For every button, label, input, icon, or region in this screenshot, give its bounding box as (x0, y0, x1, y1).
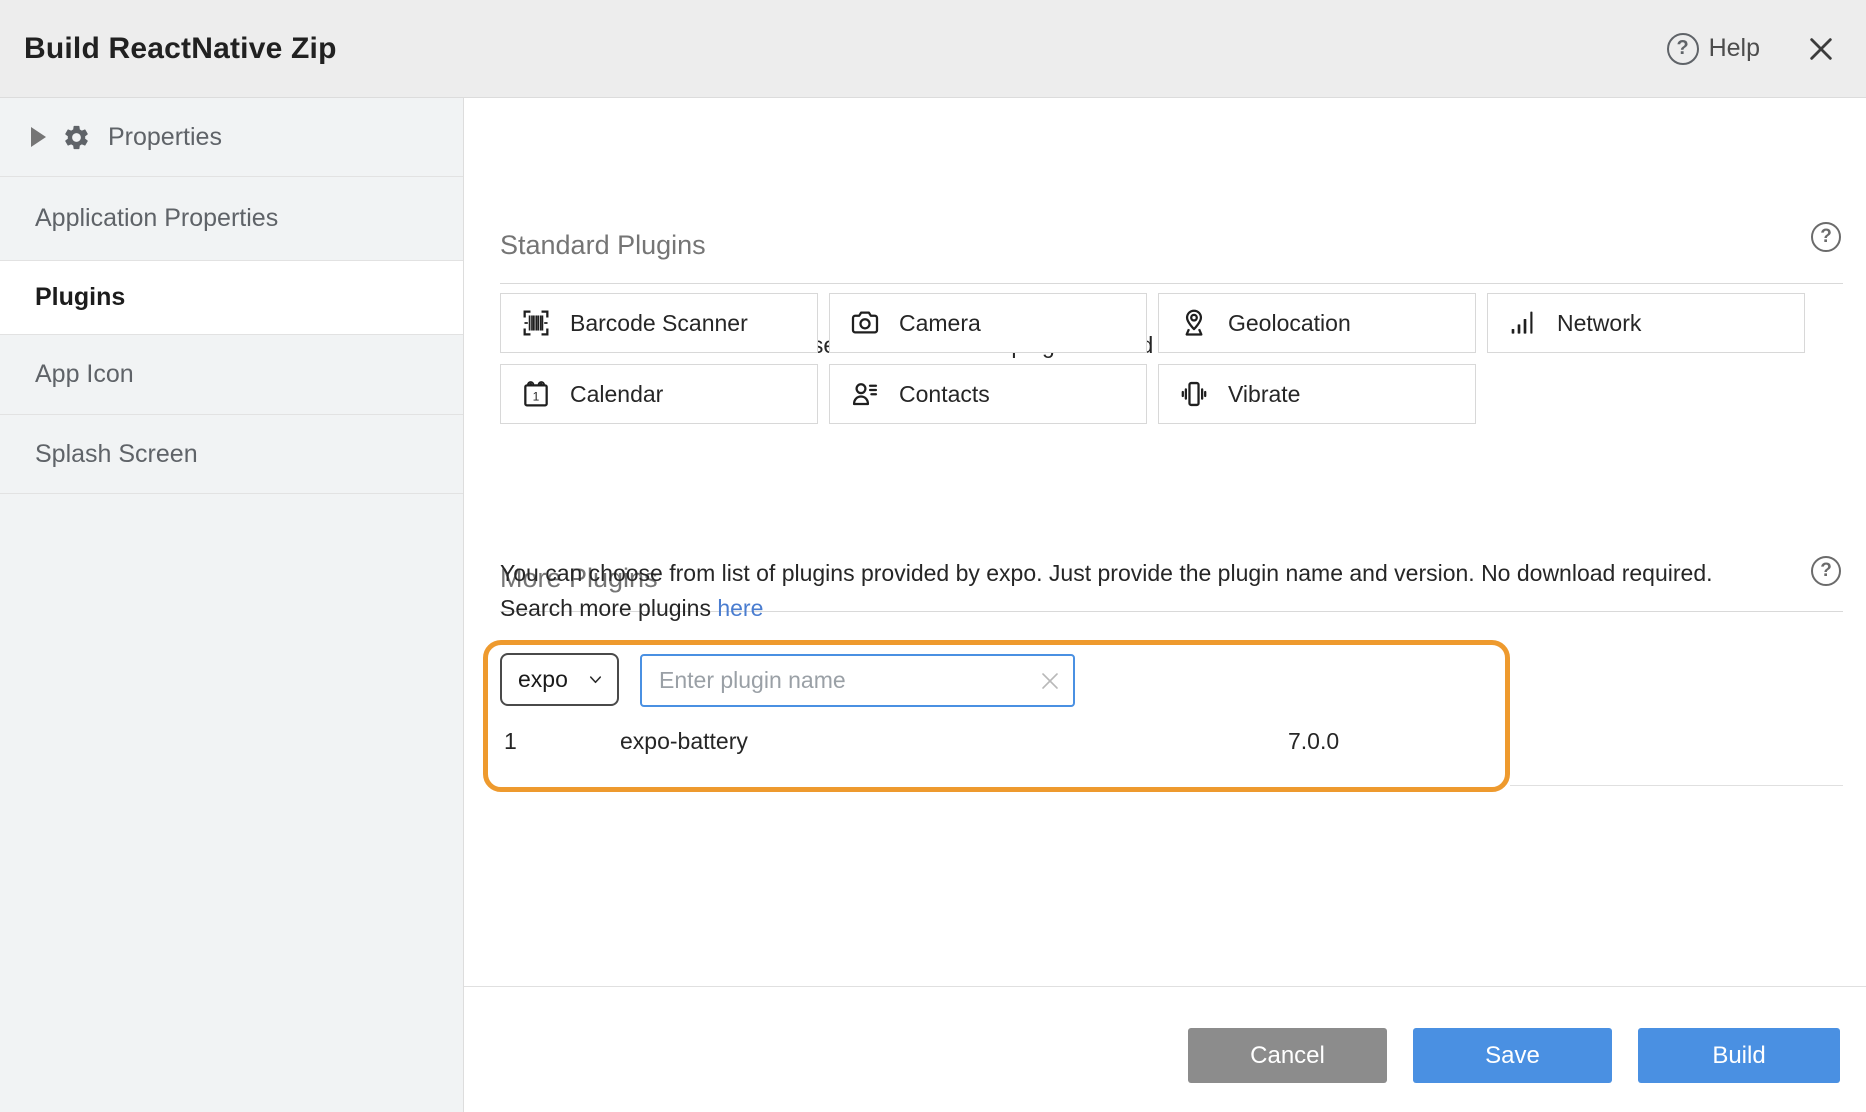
dialog-titlebar: Build ReactNative Zip ? Help (0, 0, 1866, 98)
sidebar-item-label: Application Properties (35, 204, 278, 233)
plugin-card-label: Calendar (570, 381, 663, 408)
plugin-card-barcode-scanner[interactable]: Barcode Scanner (500, 293, 818, 353)
plugin-table-row[interactable]: 1 expo-battery 7.0.0 (500, 726, 1843, 762)
search-plugins-here-link[interactable]: here (717, 595, 763, 621)
vibrate-icon (1177, 378, 1211, 410)
standard-plugins-help-icon[interactable]: ? (1811, 222, 1841, 252)
chevron-down-icon (586, 670, 605, 689)
plugin-row-index: 1 (504, 728, 517, 755)
cancel-button[interactable]: Cancel (1188, 1028, 1387, 1083)
barcode-scanner-icon (519, 307, 553, 339)
sidebar-item-splash-screen[interactable]: Splash Screen (0, 415, 463, 494)
plugin-cards-row-2: 1 Calendar Contacts (500, 364, 1476, 424)
calendar-day-number: 1 (533, 389, 540, 403)
help-button[interactable]: ? Help (1667, 33, 1760, 65)
plugin-name-field (640, 654, 1075, 707)
more-plugins-help-icon[interactable]: ? (1811, 556, 1841, 586)
plugin-provider-value: expo (518, 666, 568, 693)
dialog-title: Build ReactNative Zip (24, 32, 337, 66)
sidebar-item-application-properties[interactable]: Application Properties (0, 177, 463, 261)
build-reactnative-dialog: Build ReactNative Zip ? Help Properties (0, 0, 1866, 1112)
section-divider (500, 283, 1843, 284)
help-label: Help (1709, 34, 1760, 63)
plugin-card-vibrate[interactable]: Vibrate (1158, 364, 1476, 424)
sidebar: Properties Application Properties Plugin… (0, 98, 464, 1112)
plugin-provider-select[interactable]: expo (500, 653, 619, 706)
close-button[interactable] (1804, 32, 1838, 66)
contacts-icon (848, 378, 882, 410)
titlebar-actions: ? Help (1667, 32, 1866, 66)
plugin-card-label: Camera (899, 310, 981, 337)
clear-x-icon (1038, 669, 1062, 693)
plugin-card-label: Contacts (899, 381, 990, 408)
main-content: Standard Plugins ? These are the most co… (464, 98, 1866, 1112)
sidebar-item-label: Properties (108, 123, 222, 152)
plugin-row-version: 7.0.0 (1288, 728, 1339, 755)
camera-icon (848, 307, 882, 339)
more-plugins-description: You can choose from list of plugins prov… (500, 556, 1713, 626)
close-icon (1807, 35, 1835, 63)
sidebar-item-label: Splash Screen (35, 440, 198, 469)
plugin-name-input[interactable] (640, 654, 1075, 707)
calendar-icon: 1 (519, 378, 553, 410)
plugin-card-label: Barcode Scanner (570, 310, 748, 337)
plugin-card-network[interactable]: Network (1487, 293, 1805, 353)
sidebar-item-label: App Icon (35, 360, 134, 389)
plugin-card-camera[interactable]: Camera (829, 293, 1147, 353)
plugin-card-contacts[interactable]: Contacts (829, 364, 1147, 424)
geolocation-icon (1177, 307, 1211, 339)
plugin-row-divider (1510, 785, 1843, 786)
more-plugins-description-line1: You can choose from list of plugins prov… (500, 560, 1713, 586)
plugin-row-name: expo-battery (620, 728, 748, 755)
gear-icon (62, 123, 91, 152)
sidebar-item-label: Plugins (35, 283, 125, 312)
save-button[interactable]: Save (1413, 1028, 1612, 1083)
clear-input-button[interactable] (1035, 666, 1065, 696)
sidebar-item-properties[interactable]: Properties (0, 98, 463, 177)
network-signal-icon (1506, 307, 1540, 339)
caret-right-icon (31, 127, 46, 147)
sidebar-item-app-icon[interactable]: App Icon (0, 335, 463, 415)
plugin-card-calendar[interactable]: 1 Calendar (500, 364, 818, 424)
sidebar-item-plugins[interactable]: Plugins (0, 261, 463, 335)
plugin-card-label: Geolocation (1228, 310, 1351, 337)
build-button[interactable]: Build (1638, 1028, 1840, 1083)
plugin-card-geolocation[interactable]: Geolocation (1158, 293, 1476, 353)
plugin-card-label: Vibrate (1228, 381, 1300, 408)
plugin-card-label: Network (1557, 310, 1641, 337)
plugin-cards-row-1: Barcode Scanner Camera (500, 293, 1805, 353)
standard-plugins-title: Standard Plugins (500, 230, 706, 261)
more-plugins-description-line2: Search more plugins (500, 595, 717, 621)
footer-divider (464, 986, 1866, 987)
help-icon: ? (1667, 33, 1699, 65)
